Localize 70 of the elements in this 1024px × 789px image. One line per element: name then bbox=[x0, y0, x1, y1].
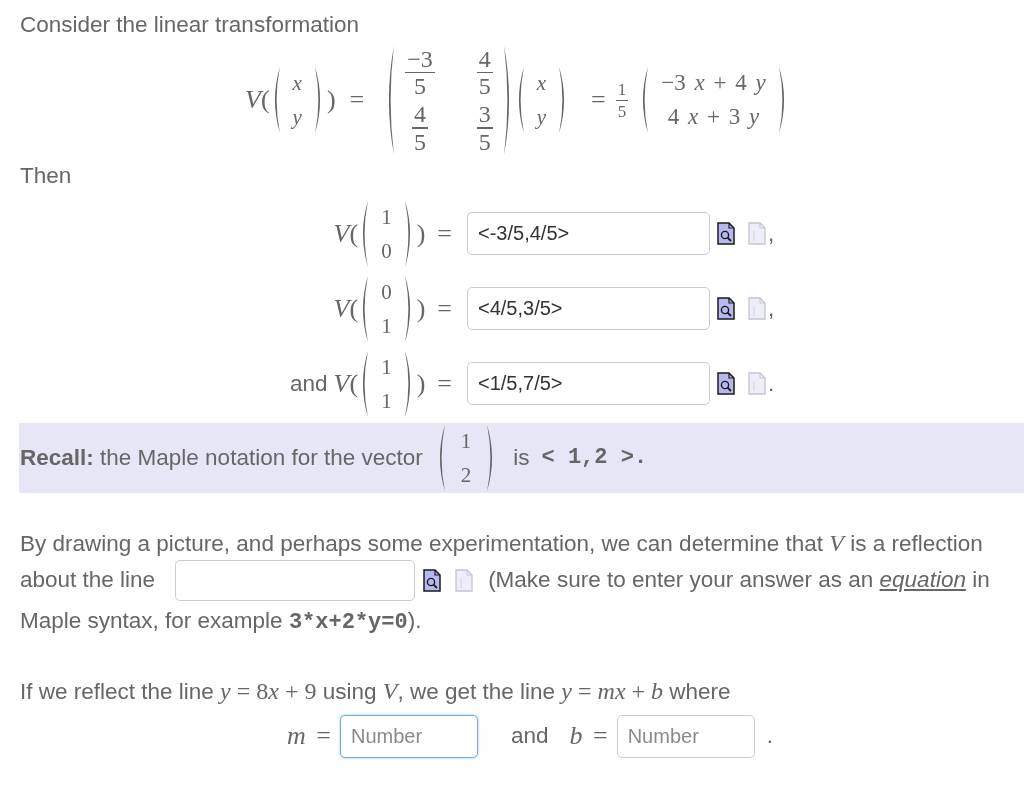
parenthesis: ) bbox=[326, 85, 336, 116]
number-field[interactable]: Number bbox=[339, 714, 478, 758]
fraction-numerator: 4 bbox=[477, 48, 492, 70]
variable-label: b = bbox=[569, 721, 608, 752]
punctuation-mark: , bbox=[768, 220, 775, 247]
vector-entry: −3 x + 4 y bbox=[661, 71, 766, 96]
faded-document-icon[interactable] bbox=[748, 297, 766, 321]
instruction-text: Maple syntax, for example 3*x+2*y=0). bbox=[20, 606, 423, 637]
variable-label: m = bbox=[287, 721, 331, 752]
equals-sign: = bbox=[349, 85, 365, 116]
vector-entry: 2 bbox=[460, 462, 472, 487]
magnifier-document-icon[interactable] bbox=[717, 372, 735, 396]
vector-entry: 0 bbox=[381, 279, 392, 304]
prefix-text: and bbox=[290, 370, 328, 397]
vector-entry: 1 bbox=[381, 388, 392, 413]
question-text: If we reflect the line y = 8x + 9 using V, we get the line y = mx + b where bbox=[20, 678, 731, 704]
punctuation-mark: . bbox=[768, 370, 775, 397]
fraction-denominator: 5 bbox=[616, 102, 628, 120]
equation-link[interactable]: equation bbox=[879, 567, 966, 593]
function-notation: V( bbox=[333, 293, 359, 324]
fraction-denominator: 5 bbox=[477, 130, 492, 153]
answer-field[interactable] bbox=[175, 559, 416, 601]
magnifier-document-icon[interactable] bbox=[717, 297, 735, 321]
answer-field[interactable]: <-3/5,4/5> bbox=[467, 212, 710, 256]
answer-field[interactable]: <4/5,3/5> bbox=[467, 287, 710, 331]
maple-code: < 1,2 >. bbox=[541, 445, 648, 471]
parenthesis: ) bbox=[416, 368, 426, 399]
question-text: about the line bbox=[20, 567, 156, 594]
vector-entry: y bbox=[292, 105, 302, 130]
vector-entry: 1 bbox=[381, 313, 392, 338]
question-text: By drawing a picture, and perhaps some experimentation, we can determine that V is a reflection bbox=[20, 528, 984, 558]
vector-entry: x bbox=[536, 71, 547, 96]
function-notation: V( bbox=[245, 85, 270, 116]
vector-entry: 1 bbox=[460, 428, 472, 453]
punctuation-mark: , bbox=[768, 295, 775, 322]
fraction-denominator: 5 bbox=[477, 75, 492, 98]
fraction-denominator: 5 bbox=[413, 130, 427, 153]
vector-entry: y bbox=[536, 105, 547, 130]
equals-sign: = bbox=[437, 368, 452, 399]
intro-text: Consider the linear transformation bbox=[20, 12, 360, 38]
prefix-text: and bbox=[510, 723, 549, 750]
vector-entry: 0 bbox=[381, 238, 392, 263]
faded-document-icon[interactable] bbox=[748, 372, 766, 396]
fraction-numerator: 3 bbox=[477, 103, 492, 126]
fraction-numerator: 1 bbox=[616, 80, 628, 98]
number-field[interactable]: Number bbox=[616, 714, 755, 758]
vector-entry: 1 bbox=[381, 354, 392, 379]
faded-document-icon[interactable] bbox=[748, 222, 766, 246]
then-text: Then bbox=[20, 162, 73, 189]
parenthesis: ) bbox=[416, 218, 426, 249]
equals-sign: = bbox=[437, 218, 452, 249]
function-notation: V( bbox=[333, 218, 359, 249]
equals-sign: = bbox=[591, 85, 606, 116]
recall-text: is bbox=[513, 444, 530, 471]
instruction-text: (Make sure to enter your answer as an equation in bbox=[488, 567, 990, 594]
magnifier-document-icon[interactable] bbox=[423, 568, 442, 592]
equals-sign: = bbox=[437, 293, 452, 324]
parenthesis: ) bbox=[416, 293, 426, 324]
vector-entry: 1 bbox=[381, 204, 392, 229]
vector-entry: x bbox=[292, 71, 302, 96]
fraction-denominator: 5 bbox=[413, 75, 427, 98]
punctuation-mark: . bbox=[766, 723, 773, 750]
magnifier-document-icon[interactable] bbox=[717, 222, 735, 246]
vector-entry: 4 x + 3 y bbox=[667, 105, 760, 130]
faded-document-icon[interactable] bbox=[455, 568, 474, 592]
answer-field[interactable]: <1/5,7/5> bbox=[467, 362, 710, 406]
recall-text: Recall: the Maple notation for the vector bbox=[20, 444, 423, 471]
function-notation: V( bbox=[333, 368, 359, 399]
fraction-numerator: −3 bbox=[406, 48, 434, 70]
fraction-numerator: 4 bbox=[413, 103, 427, 126]
